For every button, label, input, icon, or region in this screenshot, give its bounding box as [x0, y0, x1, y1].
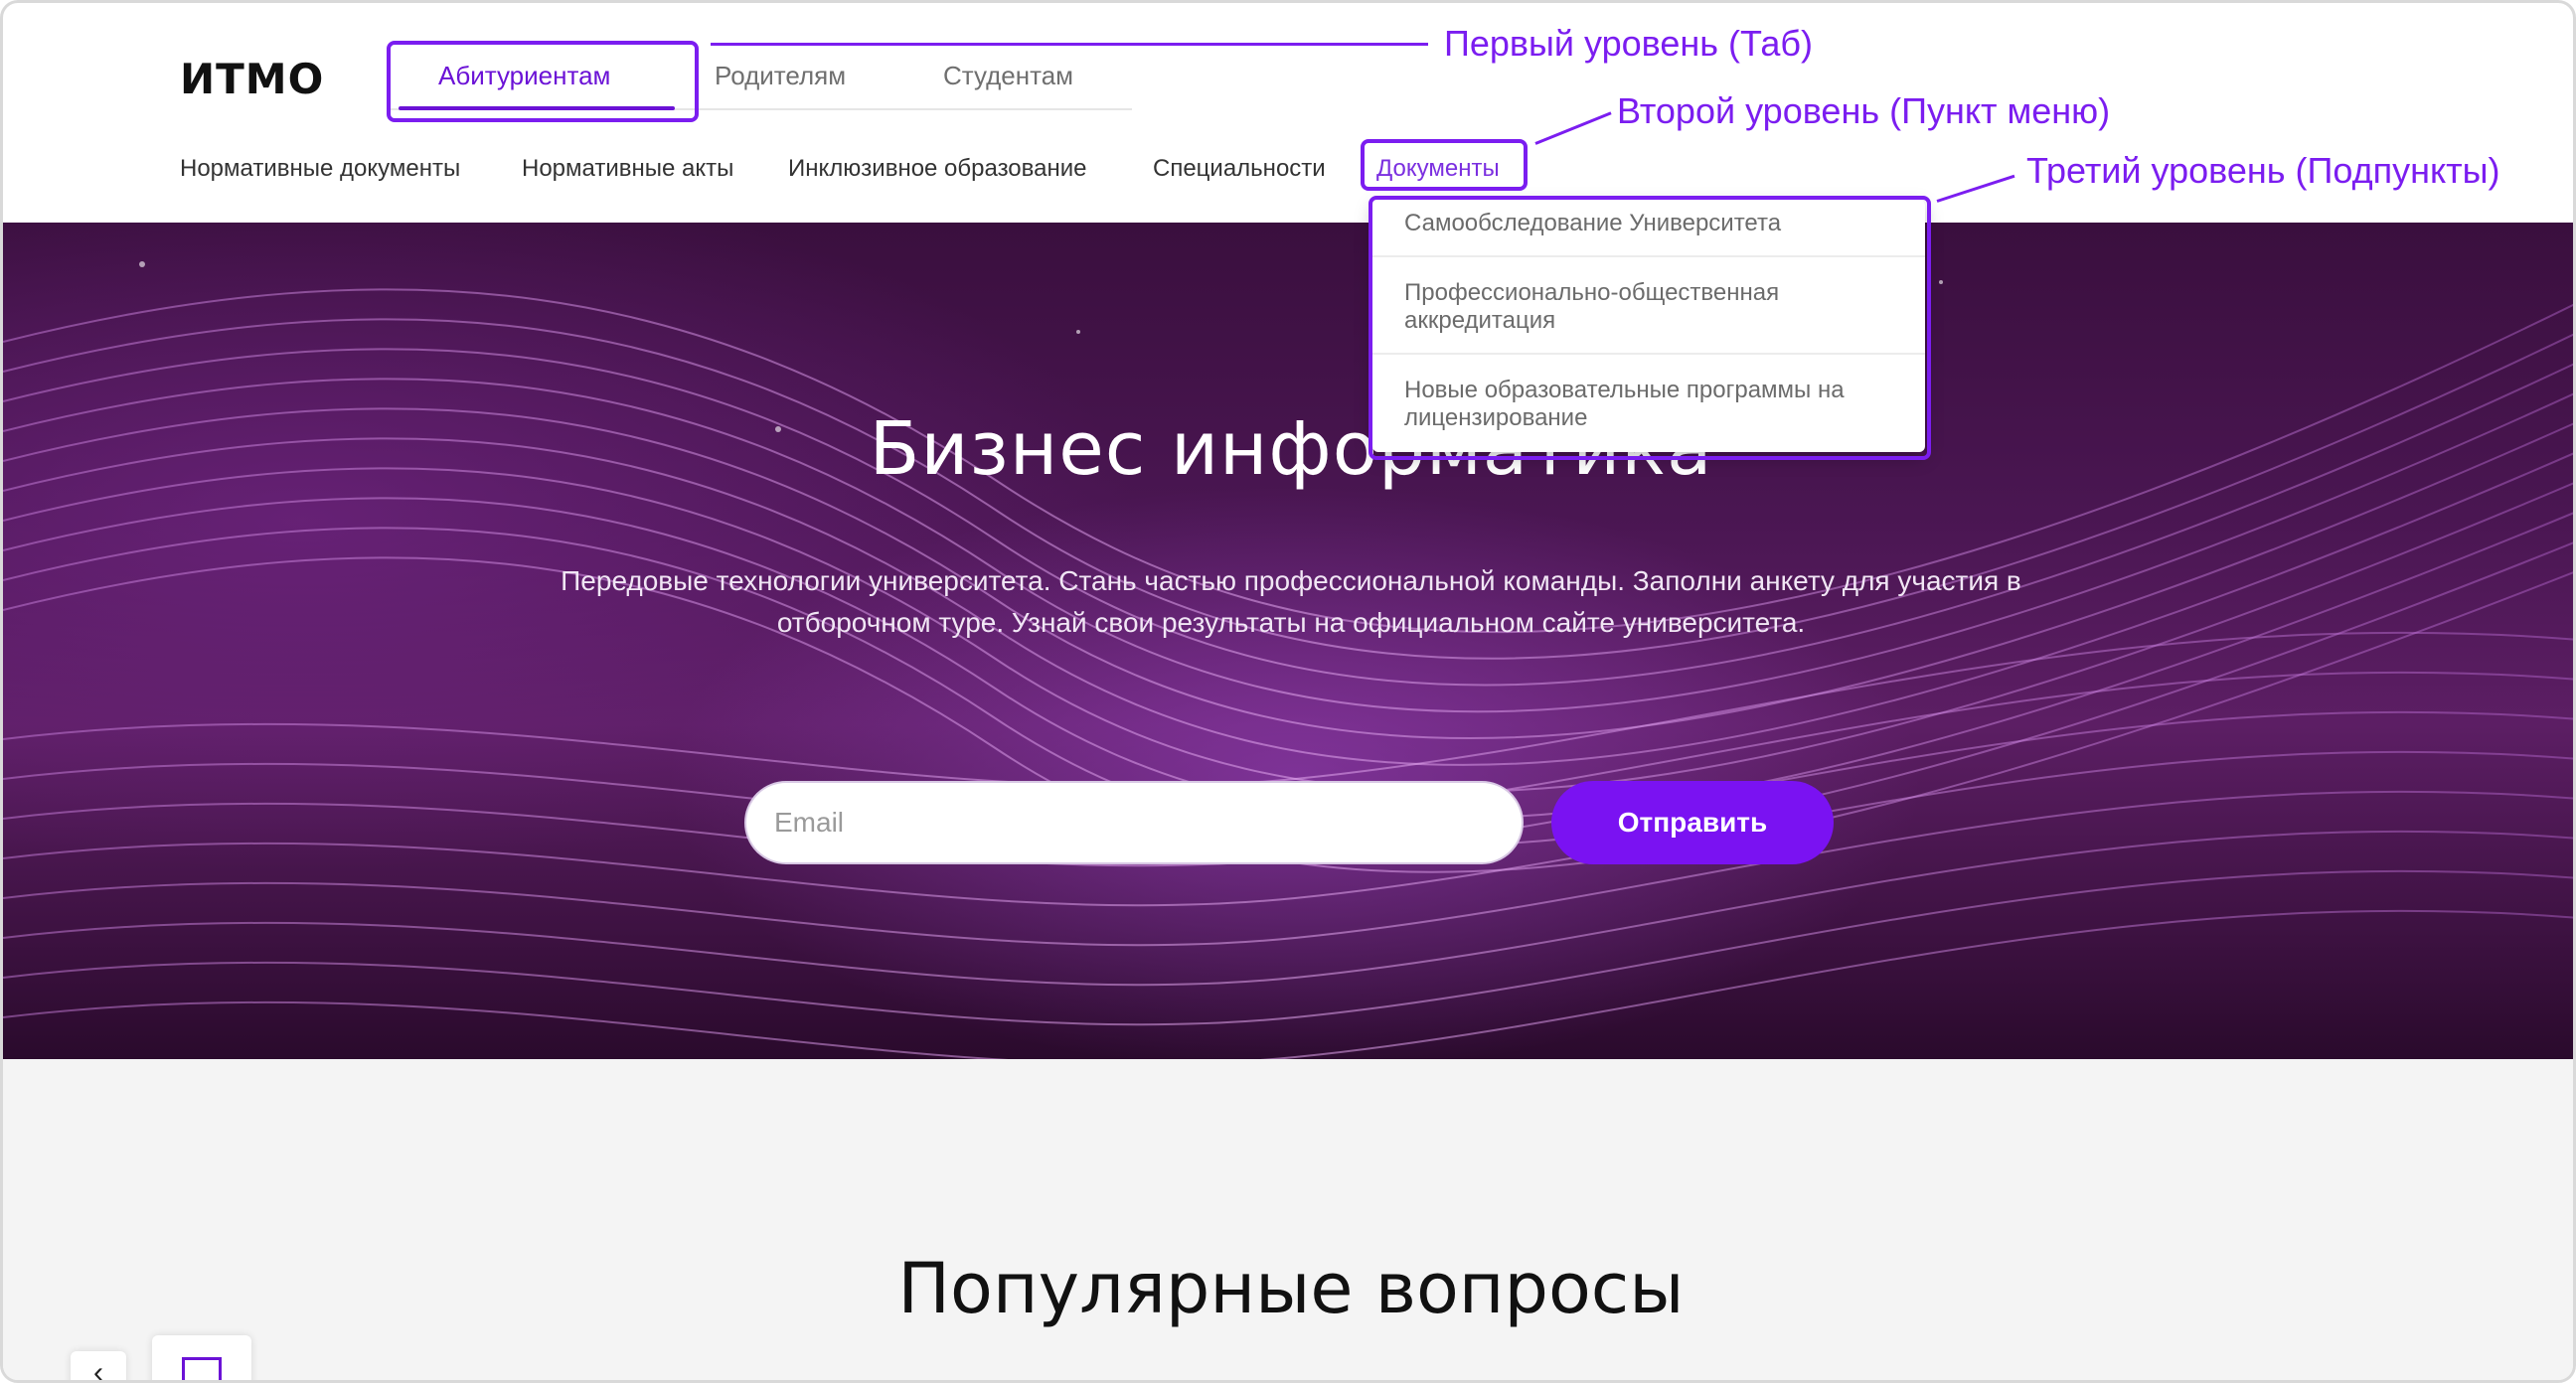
nav-normative-acts[interactable]: Нормативные акты	[522, 155, 733, 183]
nav-normative-documents[interactable]: Нормативные документы	[180, 155, 460, 183]
floating-widget[interactable]	[152, 1335, 251, 1380]
annotation-level1-label: Первый уровень (Таб)	[1444, 23, 1814, 64]
annotation-outline-subitems	[1368, 196, 1931, 460]
hero-section: Бизнес информатика Передовые технологии …	[3, 223, 2573, 1059]
itmo-logo[interactable]: ИТМО	[180, 55, 324, 103]
submit-button[interactable]: Отправить	[1551, 781, 1834, 864]
faq-section: Популярные вопросы ‹	[3, 1059, 2573, 1380]
tab-students[interactable]: Студентам	[943, 61, 1073, 91]
faq-title: Популярные вопросы	[897, 1248, 1685, 1329]
annotation-outline-tab	[387, 41, 699, 122]
chevron-left-icon[interactable]: ‹	[71, 1351, 126, 1380]
annotation-connector-level2	[1534, 111, 1612, 145]
annotation-connector-level3	[1936, 174, 2015, 203]
email-input[interactable]	[744, 781, 1524, 864]
hero-description: Передовые технологии университета. Стань…	[561, 565, 2021, 638]
annotation-level3-label: Третий уровень (Подпункты)	[2026, 150, 2500, 191]
annotation-connector-level1	[711, 43, 1428, 46]
nav-inclusive-education[interactable]: Инклюзивное образование	[788, 155, 1087, 183]
square-icon	[182, 1357, 222, 1380]
hero-title: Бизнес информатика	[869, 406, 1713, 492]
browser-frame: ИТМО Абитуриентам Родителям Студентам Но…	[0, 0, 2576, 1383]
annotation-level2-label: Второй уровень (Пункт меню)	[1617, 90, 2111, 131]
nav-specialties[interactable]: Специальности	[1153, 155, 1326, 183]
tab-parents[interactable]: Родителям	[715, 61, 846, 91]
annotation-outline-menu-item	[1361, 139, 1528, 191]
